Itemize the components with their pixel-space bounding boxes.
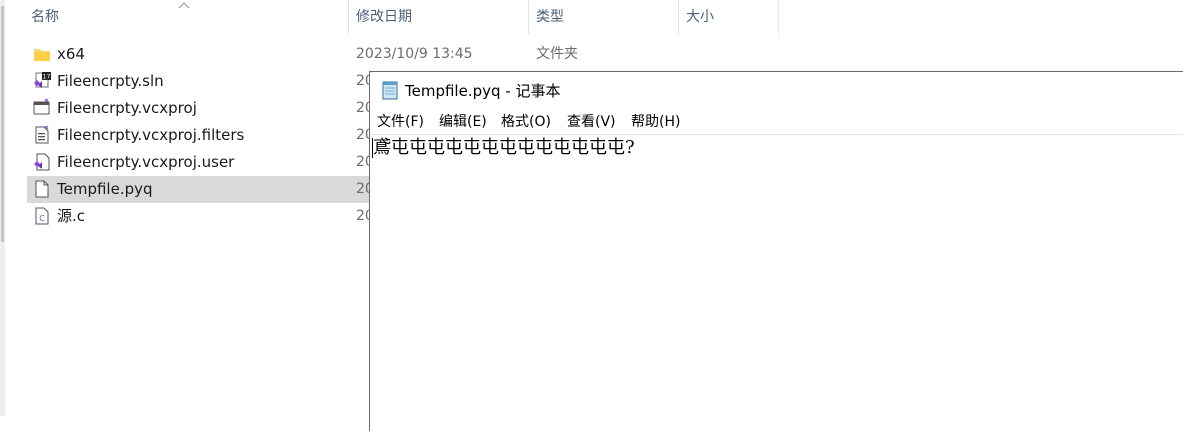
- blank-file-icon: [35, 180, 49, 198]
- column-divider[interactable]: [348, 0, 349, 34]
- notepad-titlebar[interactable]: Tempfile.pyq - 记事本: [370, 72, 1183, 110]
- file-name: 源.c: [57, 207, 86, 225]
- filters-file-icon: [35, 126, 49, 144]
- c-source-file-icon: C: [35, 207, 49, 225]
- column-header-name[interactable]: 名称: [31, 0, 59, 34]
- notepad-menubar: 文件(F) 编辑(E) 格式(O) 查看(V) 帮助(H): [370, 110, 1183, 135]
- notepad-title: Tempfile.pyq - 记事本: [405, 82, 561, 100]
- file-name: Fileencrpty.vcxproj.user: [57, 153, 235, 171]
- menu-edit[interactable]: 编辑(E): [437, 110, 489, 134]
- file-type: 文件夹: [536, 46, 578, 62]
- menu-file[interactable]: 文件(F): [375, 110, 426, 134]
- sort-ascending-icon: [178, 2, 190, 9]
- file-name: Fileencrpty.sln: [57, 72, 164, 90]
- column-header-size[interactable]: 大小: [686, 0, 714, 34]
- svg-text:C: C: [39, 214, 45, 223]
- file-date: 2023/10/9 13:45: [356, 46, 473, 62]
- left-scrollbar-thumb[interactable]: [1, 6, 4, 242]
- file-name: x64: [57, 45, 85, 63]
- menu-help[interactable]: 帮助(H): [629, 110, 682, 134]
- notepad-text-area[interactable]: 鳶屯屯屯屯屯屯屯屯屯屯屯屯屯?: [373, 135, 1173, 415]
- column-header-modified[interactable]: 修改日期: [356, 0, 412, 34]
- notepad-icon: [382, 81, 398, 100]
- folder-icon: [34, 49, 50, 61]
- column-header-type[interactable]: 类型: [536, 0, 564, 34]
- left-scrollbar[interactable]: [0, 0, 5, 416]
- file-name: Fileencrpty.vcxproj: [57, 99, 197, 117]
- column-divider[interactable]: [678, 0, 679, 34]
- notepad-window[interactable]: Tempfile.pyq - 记事本 文件(F) 编辑(E) 格式(O) 查看(…: [369, 71, 1183, 431]
- file-name: Fileencrpty.vcxproj.filters: [57, 126, 245, 144]
- menu-format[interactable]: 格式(O): [499, 110, 553, 134]
- file-name: Tempfile.pyq: [57, 180, 153, 198]
- menu-view[interactable]: 查看(V): [565, 110, 618, 134]
- vs-user-file-icon: [34, 153, 50, 171]
- column-divider[interactable]: [778, 0, 779, 34]
- file-row[interactable]: x64 2023/10/9 13:45 文件夹: [27, 41, 1183, 68]
- column-divider[interactable]: [528, 0, 529, 34]
- svg-text:17: 17: [43, 74, 51, 81]
- vs-solution-icon: 17: [34, 72, 51, 88]
- vcxproj-icon: [33, 99, 50, 115]
